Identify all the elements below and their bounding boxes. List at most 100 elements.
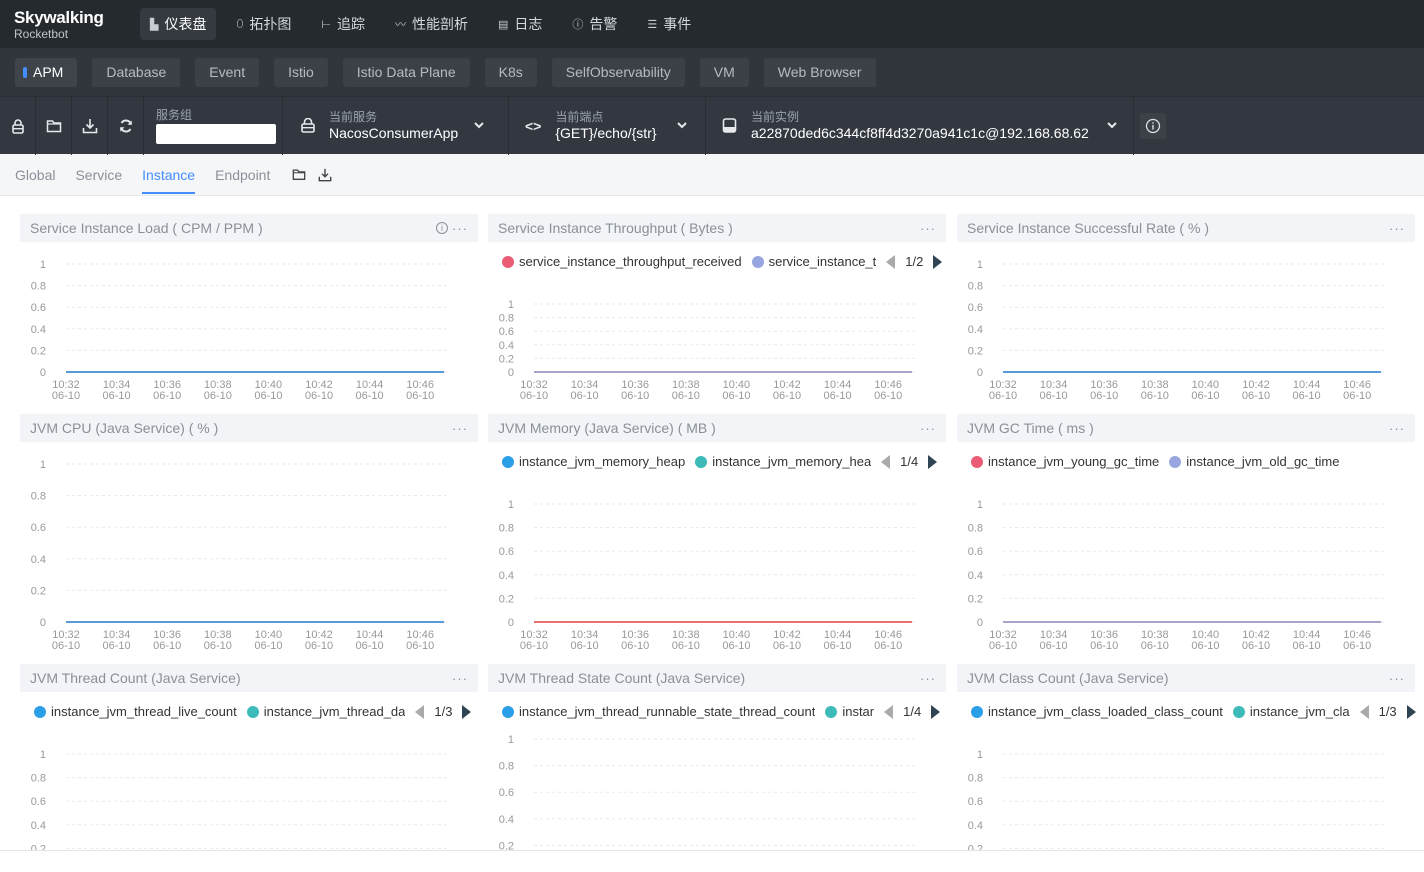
nav-item-4[interactable]: ▤ 日志 [488, 8, 552, 40]
service-group-input[interactable] [156, 123, 276, 144]
legend-prev-button[interactable] [886, 254, 896, 269]
legend-pager: 1/4 [881, 454, 938, 469]
tab-endpoint[interactable]: Endpoint [215, 154, 270, 196]
logo[interactable]: Skywalking Rocketbot [14, 9, 134, 40]
legend-label: service_instance_throughput_received [519, 254, 742, 269]
tab-instance[interactable]: Instance [142, 154, 195, 196]
layer-tab-web-browser[interactable]: Web Browser [763, 57, 876, 87]
legend-item[interactable]: instance_jvm_thread_live_count [34, 704, 237, 719]
x-tick-label: 10:44 06-10 [1293, 379, 1321, 402]
legend-item[interactable]: instance_jvm_memory_heap [502, 454, 685, 469]
current-endpoint-label: 当前端点 [555, 109, 604, 124]
x-tick-label: 10:42 06-10 [305, 379, 333, 402]
layer-tab-selfobservability[interactable]: SelfObservability [551, 57, 685, 87]
legend-item[interactable]: instance_jvm_old_gc_time [1169, 454, 1339, 469]
legend-next-button[interactable] [933, 254, 943, 269]
legend-item[interactable]: instance_jvm_young_gc_time [971, 454, 1159, 469]
tab-global[interactable]: Global [15, 154, 55, 196]
nav-item-2[interactable]: ⊢ 追踪 [311, 8, 375, 40]
y-tick-label: 0 [40, 617, 46, 629]
chevron-down-icon[interactable] [1107, 122, 1117, 129]
legend-prev-button[interactable] [1359, 704, 1369, 719]
y-tick-label: 0.8 [968, 523, 983, 535]
layer-tab-database[interactable]: Database [92, 57, 181, 87]
layer-tab-istio-data-plane[interactable]: Istio Data Plane [342, 57, 470, 87]
chevron-down-icon[interactable] [474, 122, 484, 129]
export-button[interactable] [318, 168, 332, 182]
tab-service[interactable]: Service [75, 154, 122, 196]
x-tick-label: 10:32 06-10 [989, 629, 1017, 652]
info-icon [1145, 118, 1161, 133]
x-tick-label: 10:40 06-10 [722, 629, 750, 652]
y-tick-label: 1 [40, 459, 46, 471]
x-tick-label: 10:46 06-10 [406, 379, 434, 402]
download-button[interactable] [72, 96, 108, 155]
x-tick-label: 10:38 06-10 [1141, 629, 1169, 652]
nav-item-5[interactable]: ⓘ 告警 [562, 8, 627, 40]
x-tick-label: 10:34 06-10 [571, 379, 599, 402]
legend-prev-button[interactable] [884, 704, 894, 719]
legend-prev-button[interactable] [415, 704, 425, 719]
chart-legend: instance_jvm_class_loaded_class_count ins… [971, 704, 1416, 719]
chart-plot: 0 0.2 0.4 0.6 0.8 1 10:32 06-10 10:34 06-10 10:36 0… [968, 259, 1385, 402]
chart-plot: 0.20.40.60.81 [31, 749, 448, 854]
legend-marker [246, 705, 259, 718]
layer-tab-istio[interactable]: Istio [274, 57, 328, 87]
y-tick-label: 0.2 [968, 345, 983, 357]
lock-button[interactable] [0, 96, 36, 155]
legend-item[interactable]: instance_jvm_thread_runnable_state_threa… [502, 704, 815, 719]
y-tick-label: 0.4 [31, 324, 46, 336]
nav-item-3[interactable]: 〰性能剖析 [385, 8, 478, 40]
current-instance-selector[interactable]: 当前实例 a22870ded6c344cf8ff4d3270a941c1c@19… [706, 96, 1134, 155]
legend-item[interactable]: instance_jvm_cla [1232, 704, 1350, 719]
open-folder-button[interactable] [36, 96, 72, 155]
refresh-button[interactable] [108, 96, 144, 155]
folder-icon [293, 169, 306, 180]
y-tick-label: 1 [40, 749, 46, 761]
layer-tab-k8s[interactable]: K8s [484, 57, 537, 87]
legend-prev-button[interactable] [881, 454, 891, 469]
import-folder-button[interactable] [292, 168, 306, 181]
chart-plot: 0.20.40.60.81 [499, 734, 916, 852]
legend-next-button[interactable] [462, 704, 472, 719]
info-button[interactable] [1140, 112, 1166, 139]
nav-item-label: 告警 [589, 16, 618, 32]
y-tick-label: 0.4 [968, 324, 983, 336]
layer-tab-vm[interactable]: VM [699, 57, 749, 87]
download-icon [82, 118, 97, 133]
alarm-icon: ⓘ [572, 19, 584, 31]
current-endpoint-selector[interactable]: <> 当前端点 {GET}/echo/{str} [509, 96, 706, 155]
legend-next-button[interactable] [928, 454, 938, 469]
logo-subtitle: Rocketbot [14, 26, 69, 41]
x-tick-label: 10:46 06-10 [406, 629, 434, 652]
legend-item[interactable]: service_instance_t [751, 254, 876, 269]
legend-item[interactable]: instance_jvm_memory_hea [695, 454, 871, 469]
legend-item[interactable]: instance_jvm_thread_da [246, 704, 405, 719]
y-tick-label: 0.6 [31, 796, 46, 808]
layer-tab-event[interactable]: Event [195, 57, 260, 87]
dashboard-tabs: Global Service Instance Endpoint [0, 154, 1424, 196]
current-service-selector[interactable]: 当前服务 NacosConsumerApp [283, 96, 509, 155]
legend-item[interactable]: service_instance_throughput_received [502, 254, 742, 269]
legend-next-button[interactable] [1406, 704, 1416, 719]
legend-marker [1169, 455, 1182, 468]
nav-item-6[interactable]: ☰ 事件 [637, 8, 701, 40]
legend-label: instar [842, 704, 875, 719]
legend-next-button[interactable] [931, 704, 941, 719]
nav-item-0[interactable]: ▙ 仪表盘 [140, 8, 217, 40]
y-tick-label: 0.4 [968, 820, 983, 832]
legend-marker [825, 705, 838, 718]
x-tick-label: 10:44 06-10 [356, 629, 384, 652]
nav-item-1[interactable]: ⬯ 拓扑图 [226, 8, 301, 40]
x-tick-label: 10:34 06-10 [1040, 379, 1068, 402]
layer-tab-apm[interactable]: APM [15, 57, 78, 87]
legend-marker [751, 255, 764, 268]
legend-item[interactable]: instance_jvm_class_loaded_class_count [971, 704, 1223, 719]
chart-card-sla: Service Instance Successful Rate ( % ) ··… [957, 214, 1415, 404]
x-tick-label: 10:44 06-10 [1293, 629, 1321, 652]
x-tick-label: 10:38 06-10 [672, 379, 700, 402]
x-tick-label: 10:46 06-10 [1343, 379, 1371, 402]
legend-item[interactable]: instar [825, 704, 874, 719]
chevron-down-icon[interactable] [676, 122, 687, 129]
legend-page-indicator: 1/3 [434, 704, 453, 719]
